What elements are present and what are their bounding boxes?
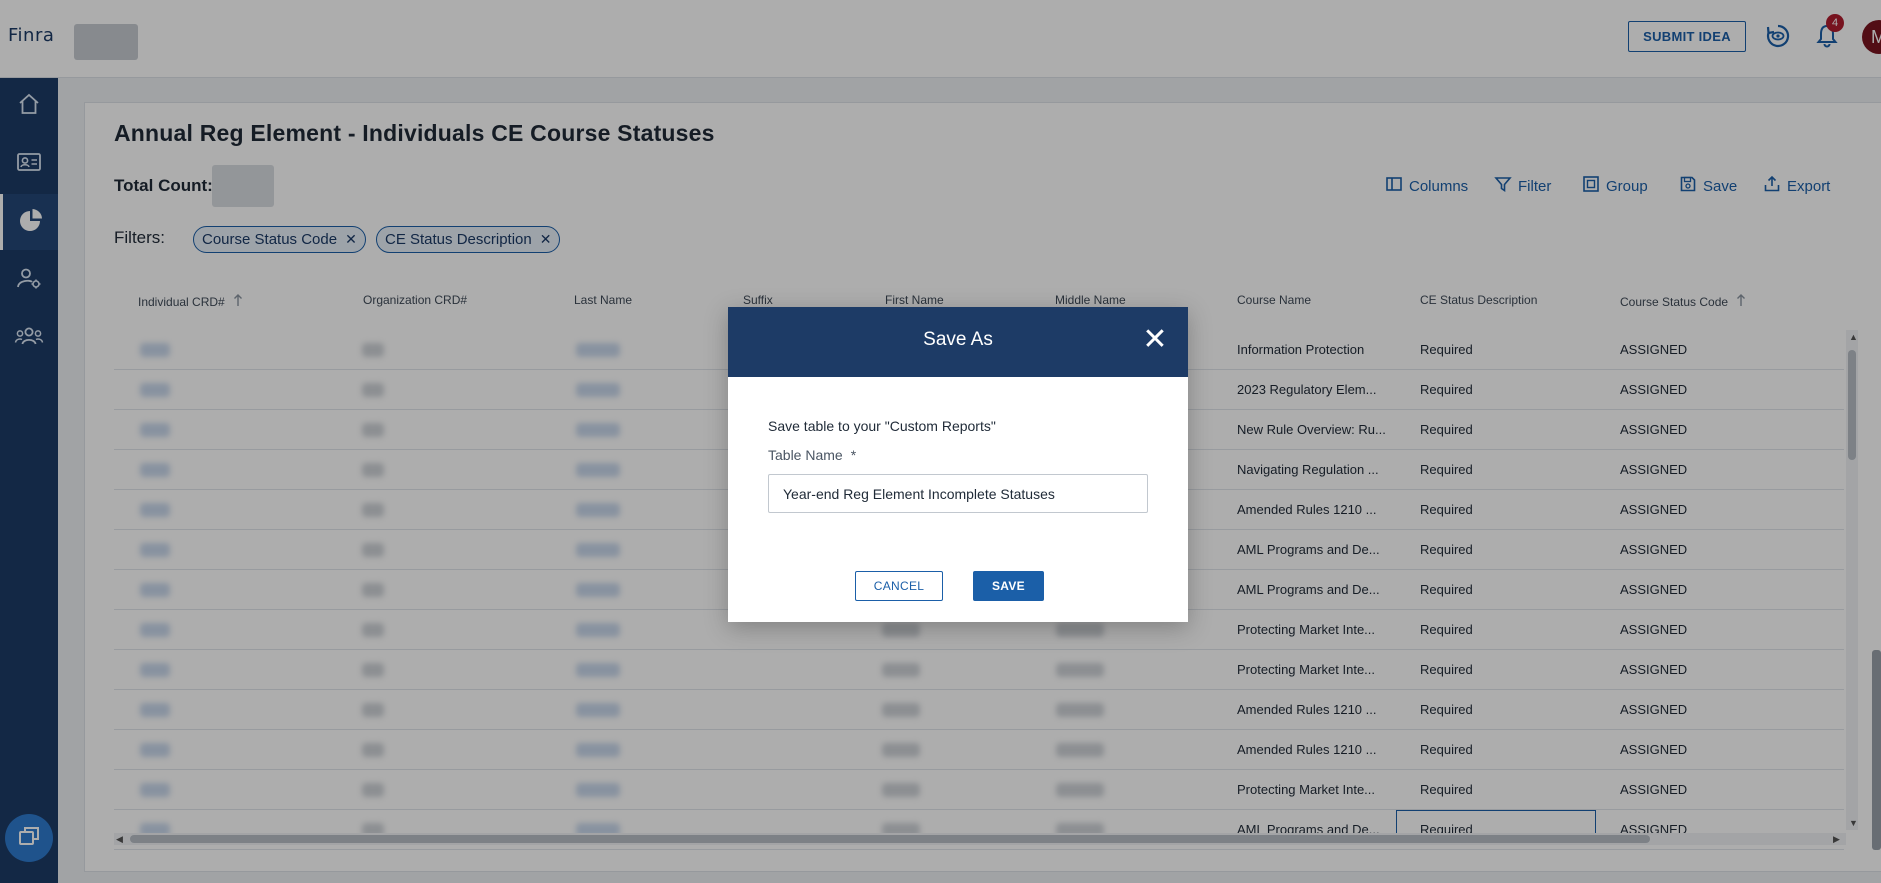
table-name-label-text: Table Name	[768, 447, 843, 463]
required-marker: *	[850, 447, 857, 463]
table-name-input[interactable]	[768, 474, 1148, 513]
dialog-header: Save As ✕	[728, 307, 1188, 377]
cancel-button[interactable]: CANCEL	[855, 571, 943, 601]
dialog-title: Save As	[923, 329, 993, 350]
save-as-dialog: Save As ✕ Save table to your "Custom Rep…	[728, 307, 1188, 622]
table-name-label: Table Name *	[768, 447, 856, 463]
save-button[interactable]: SAVE	[973, 571, 1044, 601]
close-icon[interactable]: ✕	[1140, 325, 1170, 355]
dialog-description: Save table to your "Custom Reports"	[768, 418, 996, 434]
